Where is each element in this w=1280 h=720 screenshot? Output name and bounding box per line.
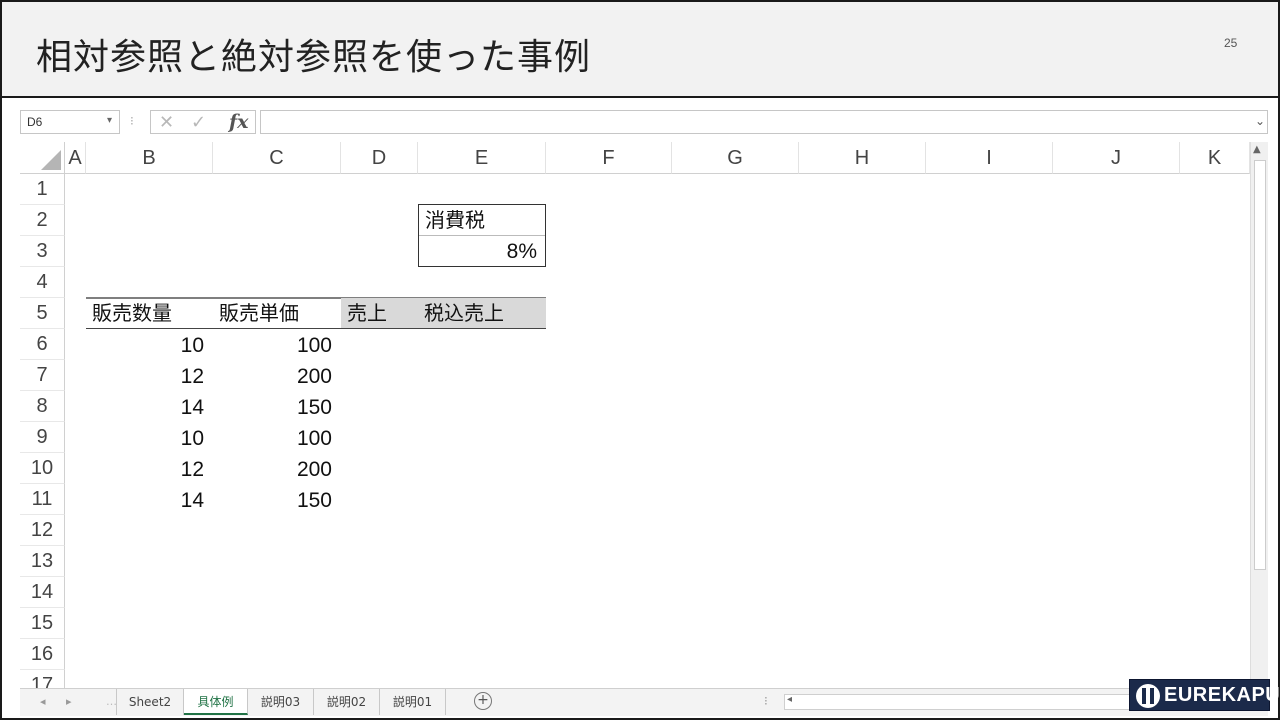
row-header-14[interactable]: 14 <box>20 577 65 608</box>
row-header-5[interactable]: 5 <box>20 298 65 329</box>
row-header-2[interactable]: 2 <box>20 205 65 236</box>
price-cell[interactable]: 100 <box>213 330 340 361</box>
row-header-10[interactable]: 10 <box>20 453 65 484</box>
row-header-17[interactable]: 17 <box>20 670 65 688</box>
row-header-12[interactable]: 12 <box>20 515 65 546</box>
qty-cell[interactable]: 12 <box>86 454 212 485</box>
tax-rate-box: 消費税 8% <box>418 204 546 267</box>
price-cell[interactable]: 100 <box>213 423 340 454</box>
column-header-e[interactable]: E <box>418 142 546 174</box>
price-cell[interactable]: 150 <box>213 392 340 423</box>
column-header-f[interactable]: F <box>546 142 672 174</box>
scroll-up-icon[interactable]: ▲ <box>1253 144 1261 155</box>
price-cell[interactable]: 150 <box>213 485 340 516</box>
row-header-16[interactable]: 16 <box>20 639 65 670</box>
column-header-h[interactable]: H <box>799 142 926 174</box>
slide-title: 相対参照と絶対参照を使った事例 <box>36 37 592 78</box>
qty-cell[interactable]: 10 <box>86 423 212 454</box>
column-header-b[interactable]: B <box>86 142 213 174</box>
header-sales-with-tax[interactable]: 税込売上 <box>418 298 546 329</box>
logo-text: EUREKAPU <box>1164 684 1280 706</box>
tab-scroll-left-icon[interactable]: ◂ <box>40 695 46 708</box>
scroll-left-icon[interactable]: ◂ <box>787 694 792 705</box>
row-header-11[interactable]: 11 <box>20 484 65 515</box>
tab-scroll-right-icon[interactable]: ▸ <box>66 695 72 708</box>
sheet-tab-sheet2[interactable]: Sheet2 <box>116 689 184 715</box>
header-price[interactable]: 販売単価 <box>213 298 340 329</box>
spreadsheet-grid[interactable]: 消費税 8% 販売数量 販売単価 売上 税込売上 10 100 12 200 1… <box>20 142 1250 688</box>
page-number: 25 <box>1224 36 1238 50</box>
qty-cell[interactable]: 14 <box>86 485 212 516</box>
row-header-15[interactable]: 15 <box>20 608 65 639</box>
x-icon[interactable]: ✕ <box>159 112 174 133</box>
check-icon[interactable]: ✓ <box>191 112 206 133</box>
price-cell[interactable]: 200 <box>213 361 340 392</box>
tax-label-cell[interactable]: 消費税 <box>419 205 545 236</box>
sheet-tab-explain02[interactable]: 説明02 <box>314 689 380 715</box>
vertical-scroll-thumb[interactable] <box>1254 160 1266 570</box>
formula-bar-buttons: ✕ ✓ fx <box>150 110 256 134</box>
qty-cell[interactable]: 12 <box>86 361 212 392</box>
row-header-1[interactable]: 1 <box>20 174 65 205</box>
row-header-6[interactable]: 6 <box>20 329 65 360</box>
select-all-corner[interactable] <box>20 142 65 174</box>
row-header-9[interactable]: 9 <box>20 422 65 453</box>
qty-cell[interactable]: 10 <box>86 330 212 361</box>
slide-header: 相対参照と絶対参照を使った事例 25 <box>2 2 1278 98</box>
name-box[interactable]: D6 ▾ <box>20 110 120 134</box>
header-qty[interactable]: 販売数量 <box>86 298 212 329</box>
horizontal-splitter-icon[interactable]: ⁝ <box>764 694 768 708</box>
horizontal-scrollbar[interactable]: ◂ <box>784 694 1144 710</box>
column-header-c[interactable]: C <box>213 142 341 174</box>
price-cell[interactable]: 200 <box>213 454 340 485</box>
sheet-tab-example[interactable]: 具体例 <box>184 689 248 715</box>
column-header-g[interactable]: G <box>672 142 799 174</box>
row-header-13[interactable]: 13 <box>20 546 65 577</box>
fx-icon[interactable]: fx <box>229 111 249 133</box>
row-header-3[interactable]: 3 <box>20 236 65 267</box>
row-header-8[interactable]: 8 <box>20 391 65 422</box>
select-all-icon[interactable] <box>41 150 61 170</box>
column-header-d[interactable]: D <box>341 142 418 174</box>
name-box-value: D6 <box>27 115 43 129</box>
slide-frame: 相対参照と絶対参照を使った事例 25 D6 ▾ ⁝ ✕ ✓ fx ⌄ 消費税 8… <box>0 0 1280 720</box>
tax-label: 消費税 <box>425 208 485 232</box>
vertical-scrollbar[interactable]: ▲ <box>1250 142 1268 688</box>
eurekapu-logo-icon <box>1136 684 1160 708</box>
row-header-7[interactable]: 7 <box>20 360 65 391</box>
eurekapu-logo: EUREKAPU <box>1129 679 1280 711</box>
sheet-tab-bar: ◂ ▸ … Sheet2 具体例 説明03 説明02 説明01 + ⁝ ◂ <box>20 688 1268 716</box>
formula-bar-splitter-icon[interactable]: ⁝ <box>130 114 134 128</box>
sheet-tab-explain03[interactable]: 説明03 <box>248 689 314 715</box>
qty-cell[interactable]: 14 <box>86 392 212 423</box>
header-sales[interactable]: 売上 <box>341 298 418 329</box>
column-header-a[interactable]: A <box>65 142 86 174</box>
table-header-bottom-border <box>86 328 546 329</box>
column-header-k[interactable]: K <box>1180 142 1250 174</box>
formula-bar: D6 ▾ ⁝ ✕ ✓ fx ⌄ <box>20 110 1268 134</box>
sheet-tab-explain01[interactable]: 説明01 <box>380 689 446 715</box>
add-sheet-icon[interactable]: + <box>474 692 492 710</box>
tax-rate-value[interactable]: 8% <box>419 236 545 267</box>
row-header-4[interactable]: 4 <box>20 267 65 298</box>
formula-input[interactable]: ⌄ <box>260 110 1268 134</box>
column-header-i[interactable]: I <box>926 142 1053 174</box>
expand-formula-bar-icon[interactable]: ⌄ <box>1255 114 1265 128</box>
column-header-j[interactable]: J <box>1053 142 1180 174</box>
dropdown-arrow-icon[interactable]: ▾ <box>107 115 112 126</box>
